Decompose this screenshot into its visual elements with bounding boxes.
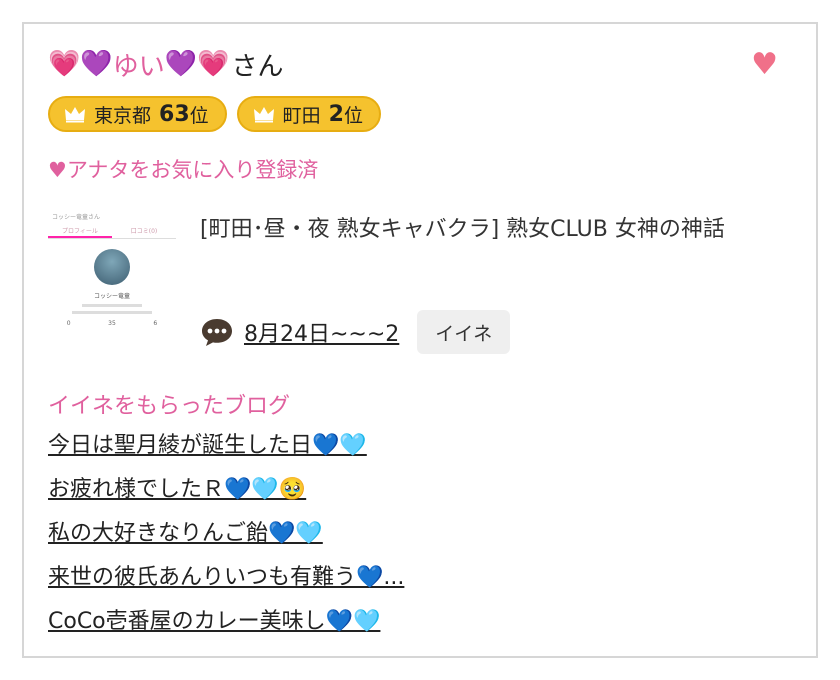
blog-link[interactable]: 今日は聖月綾が誕生した日💙🩵 — [48, 433, 367, 458]
user-name-row[interactable]: 💗💜 ゆい 💜💗 さん — [48, 44, 284, 84]
thumbnail-stats: 0 35 6 — [48, 320, 176, 327]
thumbnail-tab: プロフィール — [48, 226, 112, 238]
like-button[interactable]: イイネ — [417, 310, 511, 354]
ranking-badge-machida[interactable]: 町田 2 位 — [236, 96, 381, 132]
ranking-number: 2 — [328, 101, 344, 127]
comment-link[interactable]: 8月24日~~~2 — [244, 316, 399, 348]
thumbnail-stat: 0 — [66, 320, 71, 327]
shop-title[interactable]: [町田･昼・夜 熟女キャバクラ] 熟女CLUB 女神の神話 — [200, 212, 800, 248]
blog-link[interactable]: 来世の彼氏あんりいつも有難う💙... — [48, 565, 404, 590]
crown-icon — [65, 107, 85, 123]
liked-blogs-heading: イイネをもらったブログ — [48, 394, 291, 419]
list-item: CoCo壱番屋のカレー美味し💙🩵 — [48, 602, 404, 646]
crown-icon — [253, 107, 274, 123]
favorite-status: ♥アナタをお気に入り登録済 — [48, 158, 319, 182]
list-item: お疲れ様でしたＲ💙🩵🥹 — [48, 470, 404, 514]
list-item: 来世の彼氏あんりいつも有難う💙... — [48, 558, 404, 602]
thumbnail-name: コッシー竜童 — [93, 293, 130, 300]
thumbnail-stat: 6 — [153, 320, 158, 327]
list-item: 私の大好きなりんご飴💙🩵 — [48, 514, 404, 558]
thumbnail-text-line — [72, 311, 152, 314]
thumbnail-tabs: プロフィール 口コミ(0) — [48, 226, 176, 239]
heart-emoji-right: 💜💗 — [164, 49, 230, 79]
thumbnail-stat: 35 — [108, 320, 116, 327]
thumbnail-text-line — [82, 304, 142, 307]
profile-thumbnail[interactable]: コッシー竜童さん プロフィール 口コミ(0) コッシー竜童 0 35 6 — [48, 210, 176, 340]
name-suffix: さん — [231, 51, 284, 82]
ranking-badges: 東京都 63 位 町田 2 位 — [48, 96, 381, 132]
ranking-unit: 位 — [189, 104, 209, 127]
ranking-number: 63 — [159, 101, 190, 127]
profile-card: 💗💜 ゆい 💜💗 さん ♥ 東京都 63 位 町田 2 位 ♥アナタをお気に入り… — [22, 22, 818, 658]
user-name[interactable]: ゆい — [113, 46, 165, 83]
blog-link[interactable]: お疲れ様でしたＲ💙🩵🥹 — [48, 477, 306, 502]
liked-blogs-list: 今日は聖月綾が誕生した日💙🩵 お疲れ様でしたＲ💙🩵🥹 私の大好きなりんご飴💙🩵 … — [48, 426, 404, 646]
avatar — [94, 249, 130, 285]
ranking-badge-tokyo[interactable]: 東京都 63 位 — [48, 96, 227, 132]
thumbnail-tab: 口コミ(0) — [130, 228, 158, 235]
list-item: 今日は聖月綾が誕生した日💙🩵 — [48, 426, 404, 470]
comment-row: 8月24日~~~2 イイネ — [200, 310, 511, 354]
thumbnail-header: コッシー竜童さん — [52, 214, 101, 221]
ranking-area: 町田 — [282, 104, 321, 127]
speech-bubble-icon — [202, 319, 232, 346]
ranking-unit: 位 — [343, 104, 363, 127]
heart-emoji-left: 💗💜 — [48, 49, 113, 79]
ranking-area: 東京都 — [94, 104, 152, 127]
blog-link[interactable]: 私の大好きなりんご飴💙🩵 — [48, 521, 323, 546]
blog-link[interactable]: CoCo壱番屋のカレー美味し💙🩵 — [48, 609, 380, 634]
favorite-heart-icon[interactable]: ♥ — [751, 50, 778, 80]
